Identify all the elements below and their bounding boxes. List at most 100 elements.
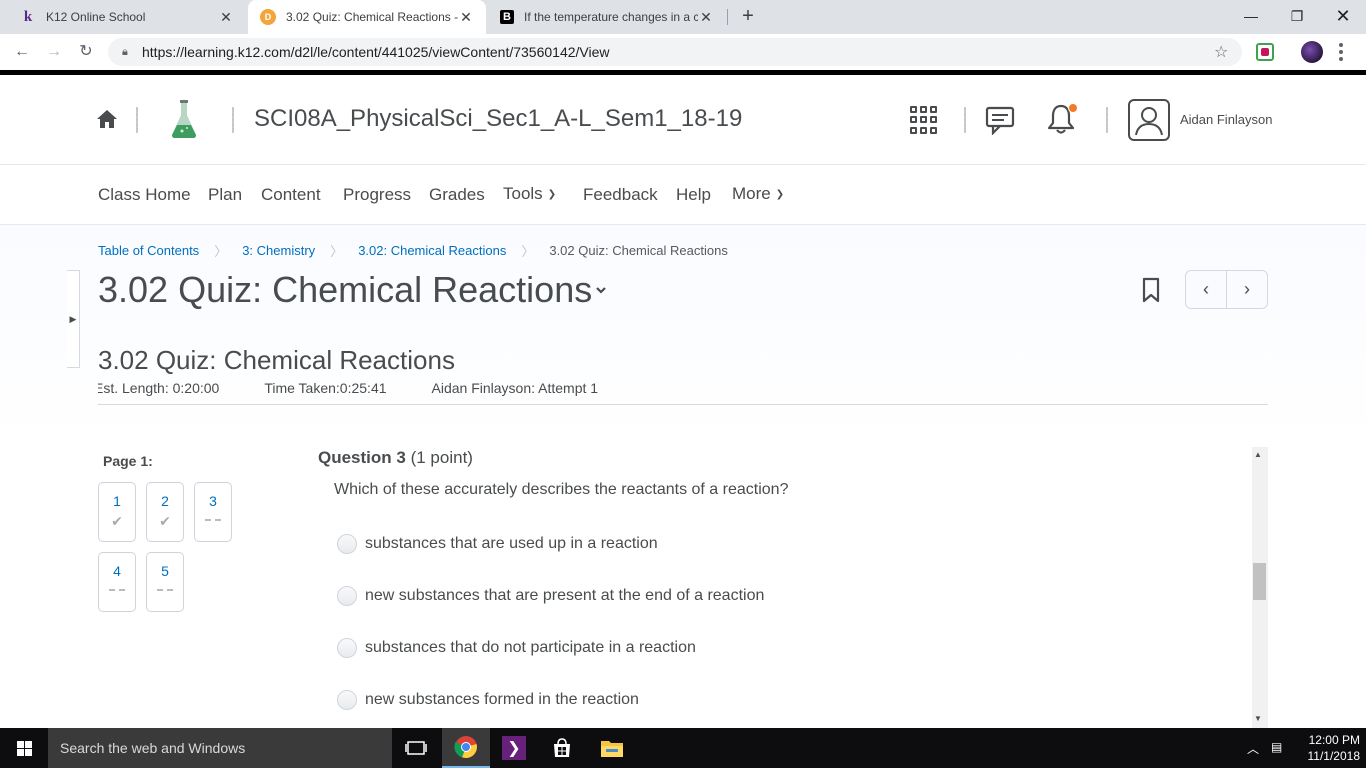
radio-button[interactable]: [337, 690, 357, 710]
breadcrumb: Table of Contents 〉 3: Chemistry 〉 3.02:…: [98, 241, 728, 260]
divider: [98, 404, 1268, 405]
scroll-up-icon[interactable]: ▲: [1254, 450, 1262, 459]
nav-help[interactable]: Help: [676, 185, 711, 205]
scroll-down-icon[interactable]: ▼: [1254, 714, 1262, 723]
tray-chevron-up-icon[interactable]: ︿: [1247, 740, 1259, 757]
profile-avatar[interactable]: [1301, 41, 1323, 63]
breadcrumb-table-of-contents[interactable]: Table of Contents: [98, 243, 199, 258]
lock-icon: 🔒︎: [122, 46, 128, 58]
tab-separator: [727, 9, 728, 25]
restore-button[interactable]: ❐: [1274, 0, 1320, 32]
bookmark-star-icon[interactable]: ☆: [1214, 42, 1228, 62]
breadcrumb-separator-icon: 〉: [521, 244, 535, 259]
nav-plan[interactable]: Plan: [208, 185, 242, 205]
answer-option-3[interactable]: substances that do not participate in a …: [337, 638, 696, 658]
file-explorer-icon[interactable]: [588, 728, 636, 768]
quiz-title: 3.02 Quiz: Chemical Reactions: [98, 345, 455, 375]
next-topic-button[interactable]: ›: [1226, 271, 1267, 308]
window-close-button[interactable]: ✕: [1320, 0, 1366, 32]
nav-class-home[interactable]: Class Home: [98, 185, 191, 205]
chrome-icon[interactable]: [442, 728, 490, 768]
unanswered-dash-icon: [205, 519, 221, 521]
browser-toolbar: ← → ↻ 🔒︎ https://learning.k12.com/d2l/le…: [0, 34, 1366, 70]
nav-progress[interactable]: Progress: [343, 185, 411, 205]
header-separator: [1106, 107, 1108, 133]
breadcrumb-chemistry[interactable]: 3: Chemistry: [242, 243, 315, 258]
question-nav-3[interactable]: 3: [194, 482, 232, 542]
store-icon[interactable]: [538, 728, 586, 768]
scrollbar-thumb[interactable]: [1253, 563, 1266, 600]
start-button[interactable]: [0, 728, 48, 768]
nav-grades[interactable]: Grades: [429, 185, 485, 205]
page-label: Page 1:: [103, 453, 153, 469]
nav-feedback[interactable]: Feedback: [583, 185, 658, 205]
user-icon: [1135, 107, 1163, 136]
visual-studio-icon[interactable]: ❯: [490, 728, 538, 768]
breadcrumb-chemical-reactions[interactable]: 3.02: Chemical Reactions: [358, 243, 506, 258]
close-tab-icon[interactable]: ✕: [218, 9, 234, 26]
bookmark-icon[interactable]: [1142, 277, 1160, 303]
forward-button[interactable]: →: [44, 42, 64, 62]
radio-button[interactable]: [337, 638, 357, 658]
browser-tab-brainly[interactable]: B If the temperature changes in a c ✕: [488, 0, 726, 34]
reload-button[interactable]: ↻: [76, 42, 96, 62]
back-button[interactable]: ←: [12, 42, 32, 62]
windows-taskbar: Search the web and Windows ❯ ︿ ▤ 12:00 P…: [0, 728, 1366, 768]
lms-header: SCI08A_PhysicalSci_Sec1_A-L_Sem1_18-19 A…: [0, 75, 1366, 165]
answer-option-1[interactable]: substances that are used up in a reactio…: [337, 534, 658, 554]
answer-option-4[interactable]: new substances formed in the reaction: [337, 690, 639, 710]
breadcrumb-current: 3.02 Quiz: Chemical Reactions: [549, 243, 728, 258]
url-text: https://learning.k12.com/d2l/le/content/…: [142, 44, 610, 60]
nav-tools[interactable]: Tools ❯: [503, 184, 556, 204]
header-separator: [964, 107, 966, 133]
chevron-down-icon: ❯: [775, 189, 785, 200]
course-selector-icon[interactable]: [910, 106, 938, 134]
header-separator: [136, 107, 138, 133]
flask-icon[interactable]: [170, 99, 198, 139]
answer-option-2[interactable]: new substances that are present at the e…: [337, 586, 764, 606]
close-tab-icon[interactable]: ✕: [458, 9, 474, 26]
course-navbar: Class Home Plan Content Progress Grades …: [0, 165, 1366, 225]
address-bar[interactable]: 🔒︎ https://learning.k12.com/d2l/le/conte…: [108, 38, 1242, 66]
new-tab-button[interactable]: +: [738, 6, 758, 26]
header-separator: [232, 107, 234, 133]
nav-content[interactable]: Content: [261, 185, 321, 205]
course-title[interactable]: SCI08A_PhysicalSci_Sec1_A-L_Sem1_18-19: [254, 105, 742, 133]
nav-more[interactable]: More ❯: [732, 184, 784, 204]
page-title: 3.02 Quiz: Chemical Reactions: [98, 269, 593, 310]
sidebar-toggle[interactable]: ▶: [67, 270, 80, 368]
browser-tab-strip: k K12 Online School ✕ D 3.02 Quiz: Chemi…: [0, 0, 1366, 34]
windows-icon: [16, 740, 32, 756]
question-points: (1 point): [410, 448, 473, 467]
question-text: Which of these accurately describes the …: [334, 481, 789, 498]
user-avatar[interactable]: [1128, 99, 1170, 141]
minimize-button[interactable]: —: [1228, 0, 1274, 32]
question-nav-4[interactable]: 4: [98, 552, 136, 612]
taskbar-clock[interactable]: 12:00 PM 11/1/2018: [1290, 732, 1361, 764]
question-header: Question 3 (1 point): [318, 448, 473, 468]
message-alerts-icon[interactable]: [985, 105, 1017, 135]
action-center-icon[interactable]: ▤: [1271, 740, 1282, 754]
question-nav-2[interactable]: 2 ✔: [146, 482, 184, 542]
radio-button[interactable]: [337, 534, 357, 554]
d2l-icon: D: [260, 9, 276, 25]
taskbar-search[interactable]: Search the web and Windows: [48, 728, 392, 768]
question-nav-1[interactable]: 1 ✔: [98, 482, 136, 542]
question-nav-5[interactable]: 5: [146, 552, 184, 612]
radio-button[interactable]: [337, 586, 357, 606]
browser-menu-icon[interactable]: [1339, 43, 1343, 64]
unanswered-dash-icon: [157, 589, 173, 591]
close-tab-icon[interactable]: ✕: [698, 9, 714, 26]
brainly-icon: B: [500, 10, 514, 24]
browser-tab-quiz[interactable]: D 3.02 Quiz: Chemical Reactions - S ✕: [248, 0, 486, 34]
home-icon[interactable]: [96, 109, 118, 129]
browser-tab-k12[interactable]: k K12 Online School ✕: [8, 0, 246, 34]
chevron-down-icon[interactable]: [594, 283, 608, 297]
previous-topic-button[interactable]: ‹: [1186, 271, 1226, 308]
chevron-right-icon: ›: [1244, 279, 1250, 299]
task-view-icon[interactable]: [392, 728, 440, 768]
user-name[interactable]: Aidan Finlayson: [1180, 112, 1273, 127]
caret-right-icon: ▶: [69, 313, 77, 324]
chevron-down-icon: ❯: [547, 189, 557, 200]
extension-icon[interactable]: [1256, 43, 1274, 61]
